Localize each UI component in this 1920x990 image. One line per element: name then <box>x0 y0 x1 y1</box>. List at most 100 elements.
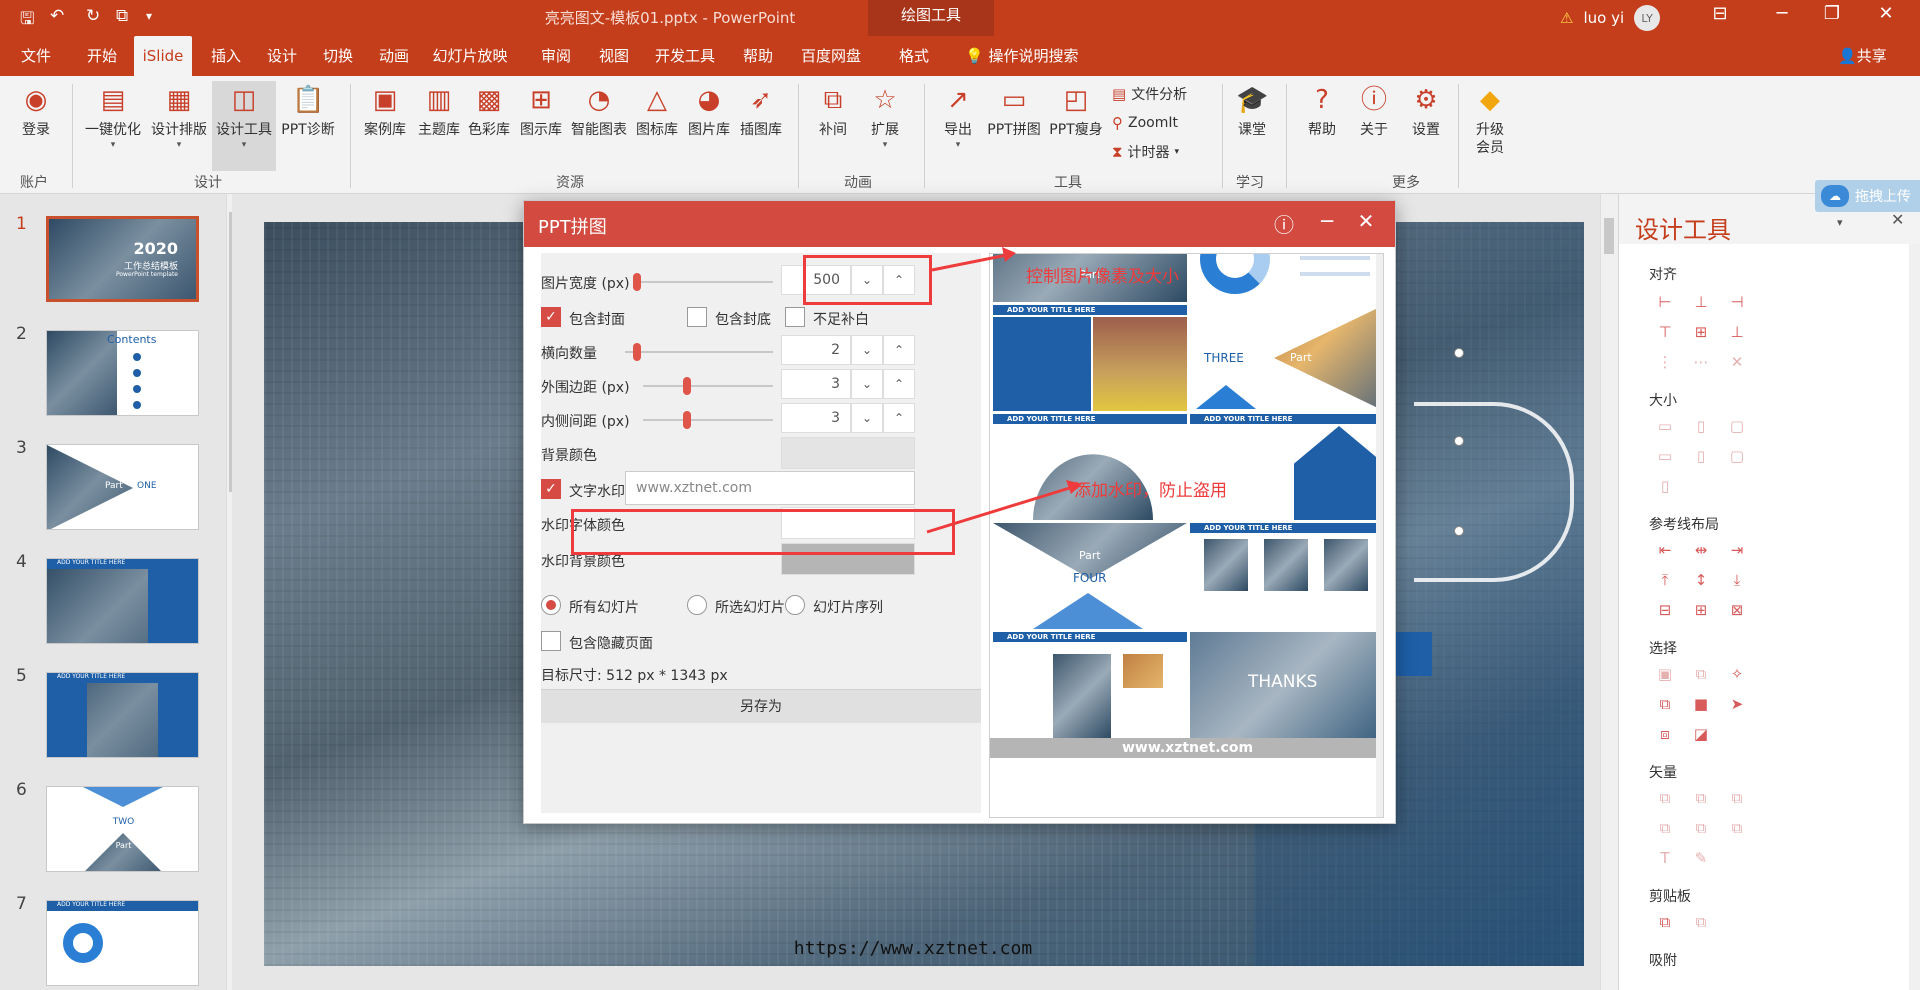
pad-blank-checkbox[interactable] <box>785 307 805 327</box>
fit-height-icon[interactable]: ▯ <box>1691 446 1711 466</box>
slider-knob[interactable] <box>633 343 641 361</box>
watermark-checkbox[interactable]: ✓ <box>541 479 561 499</box>
union-icon[interactable]: ⧉ <box>1655 788 1675 808</box>
minimize-icon[interactable]: ─ <box>1762 3 1802 24</box>
slide-thumbnail-5[interactable]: ADD YOUR TITLE HERE <box>46 672 199 758</box>
inner-spacing-slider[interactable] <box>643 411 773 429</box>
guide-center-icon[interactable]: ⇹ <box>1691 540 1711 560</box>
guide-left-icon[interactable]: ⇤ <box>1655 540 1675 560</box>
align-middle-icon[interactable]: ⊞ <box>1691 322 1711 342</box>
include-cover-checkbox[interactable]: ✓ <box>541 307 561 327</box>
h-count-slider[interactable] <box>625 343 773 361</box>
tab-baidu[interactable]: 百度网盘 <box>798 36 864 76</box>
slide-thumbnail-1[interactable]: 2020 工作总结模板 PowerPoint template <box>46 216 199 302</box>
decrement-button[interactable]: ⌄ <box>851 369 883 399</box>
magic-wand-icon[interactable]: ✧ <box>1727 664 1747 684</box>
pen-icon[interactable]: ✎ <box>1691 848 1711 868</box>
tab-help[interactable]: 帮助 <box>738 36 778 76</box>
settings-button[interactable]: ⚙ 设置 <box>1406 84 1446 140</box>
design-tools-button[interactable]: ◫ 设计工具 ▾ <box>212 81 276 171</box>
select-fill-icon[interactable]: ■ <box>1691 694 1711 714</box>
user-area[interactable]: ⚠ luo yi LY <box>1560 5 1661 31</box>
include-hidden-checkbox[interactable] <box>541 631 561 651</box>
align-center-icon[interactable]: ⊥ <box>1691 292 1711 312</box>
guide-cross-icon[interactable]: ⊠ <box>1727 600 1747 620</box>
select-invert-icon[interactable]: ⧈ <box>1655 724 1675 744</box>
upgrade-member-button[interactable]: ◆ 升级会员 <box>1468 84 1512 157</box>
tab-file[interactable]: 文件 <box>16 36 56 76</box>
fragment-icon[interactable]: ⧉ <box>1727 788 1747 808</box>
same-size-icon[interactable]: ▢ <box>1727 416 1747 436</box>
watermark-input[interactable]: www.xztnet.com <box>625 471 915 505</box>
ppt-diagnose-button[interactable]: 📋 PPT诊断 <box>278 84 338 140</box>
guide-v-icon[interactable]: ⊞ <box>1691 600 1711 620</box>
extend-button[interactable]: ☆ 扩展 ▾ <box>860 84 910 151</box>
guide-top-icon[interactable]: ⤒ <box>1655 570 1675 590</box>
slide-thumbnail-6[interactable]: TWO Part <box>46 786 199 872</box>
guide-middle-icon[interactable]: ↕ <box>1691 570 1711 590</box>
warning-icon[interactable]: ⚠ <box>1560 9 1573 27</box>
tween-button[interactable]: ⧉ 补间 <box>808 84 858 140</box>
tab-slideshow[interactable]: 幻灯片放映 <box>430 36 510 76</box>
smart-chart-button[interactable]: ◔ 智能图表 <box>566 84 632 140</box>
fit-size-icon[interactable]: ▢ <box>1727 446 1747 466</box>
scroll-thumb[interactable] <box>1604 218 1614 254</box>
decrement-button[interactable]: ⌄ <box>851 403 883 433</box>
selected-slides-radio[interactable] <box>687 595 707 615</box>
h-count-input[interactable]: 2 <box>781 335 851 365</box>
slide-thumbnail-7[interactable]: ADD YOUR TITLE HERE <box>46 900 199 986</box>
timer-button[interactable]: ⧗ 计时器 ▾ <box>1112 142 1179 162</box>
guide-h-icon[interactable]: ⊟ <box>1655 600 1675 620</box>
tab-view[interactable]: 视图 <box>594 36 634 76</box>
increment-button[interactable]: ⌃ <box>883 335 915 365</box>
case-library-button[interactable]: ▣ 案例库 <box>358 84 412 140</box>
align-left-icon[interactable]: ⊢ <box>1655 292 1675 312</box>
crop-icon[interactable]: ▯ <box>1655 476 1675 496</box>
align-right-icon[interactable]: ⊣ <box>1727 292 1747 312</box>
same-height-icon[interactable]: ▯ <box>1691 416 1711 436</box>
increment-button[interactable]: ⌃ <box>883 403 915 433</box>
text-vector-icon[interactable]: T <box>1655 848 1675 868</box>
slider-knob[interactable] <box>683 377 691 395</box>
slide-thumbnail-3[interactable]: Part ONE <box>46 444 199 530</box>
slide-thumbnail-4[interactable]: ADD YOUR TITLE HERE <box>46 558 199 644</box>
paste-icon[interactable]: ⧉ <box>1691 912 1711 932</box>
editor-scrollbar[interactable] <box>1600 194 1618 990</box>
fit-width-icon[interactable]: ▭ <box>1655 446 1675 466</box>
image-library-button[interactable]: ◕ 图片库 <box>682 84 736 140</box>
outer-margin-input[interactable]: 3 <box>781 369 851 399</box>
select-same-icon[interactable]: ▣ <box>1655 664 1675 684</box>
restore-icon[interactable]: ❐ <box>1812 3 1852 24</box>
one-click-optimize-button[interactable]: ▤ 一键优化 ▾ <box>80 84 146 151</box>
distribute-v-icon[interactable]: ⋯ <box>1691 352 1711 372</box>
select-group-icon[interactable]: ⧉ <box>1655 694 1675 714</box>
combine-icon[interactable]: ⧉ <box>1691 788 1711 808</box>
outer-margin-slider[interactable] <box>643 377 773 395</box>
all-slides-radio[interactable] <box>541 595 561 615</box>
color-library-button[interactable]: ▩ 色彩库 <box>464 84 514 140</box>
about-button[interactable]: ⓘ 关于 <box>1354 84 1394 140</box>
tab-transitions[interactable]: 切换 <box>318 36 358 76</box>
image-width-slider[interactable] <box>633 273 773 291</box>
selection-handle[interactable] <box>1454 436 1464 446</box>
select-layer-icon[interactable]: ◪ <box>1691 724 1711 744</box>
classroom-button[interactable]: 🎓 课堂 <box>1232 84 1272 140</box>
guide-right-icon[interactable]: ⇥ <box>1727 540 1747 560</box>
tab-animations[interactable]: 动画 <box>374 36 414 76</box>
cursor-icon[interactable]: ➤ <box>1727 694 1747 714</box>
preview-scrollbar[interactable] <box>1376 254 1383 817</box>
ribbon-display-icon[interactable]: ⊟ <box>1700 3 1740 24</box>
design-layout-button[interactable]: ▦ 设计排版 ▾ <box>148 84 210 151</box>
theme-library-button[interactable]: ▥ 主题库 <box>412 84 466 140</box>
split-icon[interactable]: ⧉ <box>1727 818 1747 838</box>
icon-library-button[interactable]: △ 图标库 <box>630 84 684 140</box>
pane-scrollbar[interactable] <box>1909 244 1920 990</box>
slider-knob[interactable] <box>683 411 691 429</box>
tab-format[interactable]: 格式 <box>894 36 934 76</box>
drag-upload-button[interactable]: ☁ 拖拽上传 <box>1815 180 1920 212</box>
increment-button[interactable]: ⌃ <box>883 369 915 399</box>
include-back-checkbox[interactable] <box>687 307 707 327</box>
diagram-library-button[interactable]: ⊞ 图示库 <box>514 84 568 140</box>
help-button[interactable]: ? 帮助 <box>1302 84 1342 140</box>
export-button[interactable]: ↗ 导出 ▾ <box>934 84 982 151</box>
